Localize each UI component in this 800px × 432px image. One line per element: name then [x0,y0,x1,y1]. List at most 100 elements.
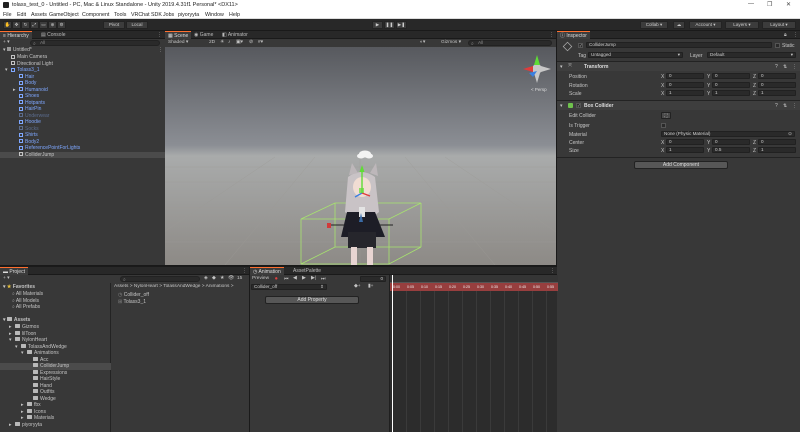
size-y-field[interactable]: 0.5 [712,147,750,153]
add-component-button[interactable]: Add Component [634,161,728,169]
center-z-field[interactable]: 0 [758,139,796,145]
account-dropdown[interactable]: Account ▾ [689,21,722,29]
transform-menu-icon[interactable]: ⋮ [792,64,797,70]
frame-field[interactable]: 0 [360,276,386,282]
step-button[interactable]: ▶❚ [396,21,407,29]
hierarchy-item[interactable]: ColliderJump [0,151,165,158]
minimize-button[interactable]: — [748,1,754,7]
size-z-field[interactable]: 1 [758,147,796,153]
box-collider-help-icon[interactable]: ? [775,103,778,109]
scene-menu-icon[interactable]: ⋮ [158,47,163,54]
grid-toggle-icon[interactable]: #▾ [258,40,263,45]
edit-collider-button[interactable]: ⛶ [661,112,671,119]
center-x-field[interactable]: 0 [666,139,704,145]
tab-project[interactable]: ▬ Project [0,267,28,275]
box-collider-enabled-checkbox[interactable]: ✓ [576,103,581,108]
play-button[interactable]: ▶ [372,21,383,29]
search-by-type-icon[interactable]: ◈ [204,276,208,281]
transform-x-field[interactable]: 1 [666,90,704,96]
folder-item[interactable]: ▸ piyoryyta [0,422,111,429]
inspector-menu-icon[interactable]: ⋮ [790,31,800,39]
menu-assets[interactable]: Assets [31,12,47,18]
lock-icon[interactable]: 🔒︎ [781,31,790,39]
add-event-icon[interactable]: ▮+ [368,284,373,289]
audio-toggle-icon[interactable]: ♪ [228,40,230,45]
add-property-button[interactable]: Add Property [265,296,359,304]
menu-piyoryyta[interactable]: piyoryyta [178,12,199,18]
prev-key-button[interactable]: ◀ [293,276,297,281]
tab-asset-palette[interactable]: AssetPalette [290,267,324,275]
project-breadcrumb[interactable]: Assets > NylonHeart > TolassAndWedge > A… [114,284,247,289]
scene-root-row[interactable]: ▾ Untitled* ⋮ [0,47,165,54]
timeline-ruler[interactable] [390,275,558,283]
favorites-header[interactable]: ▾ ★ Favorites [0,284,111,291]
menu-window[interactable]: Window [205,12,224,18]
project-create-dropdown[interactable]: + ▾ [3,276,10,281]
layers-dropdown[interactable]: Layers ▾ [725,21,759,29]
perspective-label[interactable]: < Persp [531,87,547,92]
search-by-label-icon[interactable]: ◆ [212,276,216,281]
scene-viewport[interactable]: < Persp [165,47,556,265]
favorite-item[interactable]: ⌕ All Prefabs [0,304,111,311]
transform-z-field[interactable]: 0 [758,81,796,88]
menu-file[interactable]: File [3,12,12,18]
menu-component[interactable]: Component [82,12,109,18]
record-button[interactable]: ⏺ [275,276,277,282]
rotate-tool-button[interactable]: ↻ [21,21,30,29]
create-dropdown[interactable]: + ▾ [3,40,10,45]
close-window-button[interactable]: ✕ [786,1,791,8]
tab-game[interactable]: ◉ Game [191,31,216,39]
hidden-packages-icon[interactable]: 👁︎ [228,276,234,281]
hidden-objects-icon[interactable]: ⊘ [249,40,253,45]
scale-tool-button[interactable]: ⤢ [30,21,39,29]
file-item[interactable]: ⊞ Tolass3_1 [114,299,247,306]
panel-menu-icon[interactable]: ⋮ [154,31,165,39]
2d-toggle[interactable]: 2D [209,40,215,45]
rect-tool-button[interactable]: ▭ [39,21,48,29]
favorite-star-icon[interactable]: ★ [220,276,224,281]
is-trigger-checkbox[interactable] [661,123,666,128]
hand-tool-button[interactable]: ✋ [3,21,12,29]
transform-y-field[interactable]: 0 [712,81,750,88]
layout-dropdown[interactable]: Layout ▾ [762,21,796,29]
tab-console[interactable]: ▤ Console [38,31,68,39]
custom-tool-button[interactable]: ⚙ [57,21,66,29]
transform-header[interactable]: ▾ ⤧ Transform ? ⇅ ⋮ [557,62,800,71]
menu-vrchat-sdk[interactable]: VRChat SDK [131,12,162,18]
transform-z-field[interactable]: 1 [758,90,796,96]
menu-edit[interactable]: Edit [17,12,26,18]
menu-jobs[interactable]: Jobs [163,12,174,18]
center-y-field[interactable]: 0 [712,139,750,145]
transform-preset-icon[interactable]: ⇅ [783,64,787,70]
effects-dropdown-icon[interactable]: ▣▾ [236,40,243,45]
shading-mode-dropdown[interactable]: Shaded ▾ [168,40,188,45]
transform-tool-button[interactable]: ⊕ [48,21,57,29]
first-key-button[interactable]: ⏮ [284,276,288,282]
next-key-button[interactable]: ▶| [311,276,316,281]
file-item[interactable]: ◷ Collider_off [114,292,247,299]
static-checkbox[interactable] [775,43,780,48]
transform-x-field[interactable]: 0 [666,81,704,88]
scene-search-input[interactable]: ⌕ All [468,40,552,47]
pause-button[interactable]: ❚❚ [384,21,395,29]
box-collider-preset-icon[interactable]: ⇅ [783,103,787,109]
scene-camera-icon[interactable]: ◐▾ [420,40,425,45]
box-collider-menu-icon[interactable]: ⋮ [792,103,797,109]
transform-x-field[interactable]: 0 [666,73,704,79]
physic-material-field[interactable]: None (Physic Material) ⊙ [661,131,795,137]
transform-y-field[interactable]: 1 [712,90,750,96]
move-tool-button[interactable]: ✥ [12,21,21,29]
assets-header[interactable]: ▾ Assets [0,317,111,324]
transform-y-field[interactable]: 0 [712,73,750,79]
tab-animator[interactable]: ◧ Animator [219,31,251,39]
tab-scene[interactable]: ▦ Scene [165,31,192,39]
box-collider-header[interactable]: ▾ ✓ Box Collider ? ⇅ ⋮ [557,101,800,110]
gizmos-dropdown[interactable]: Gizmos ▾ [441,40,461,45]
transform-z-field[interactable]: 0 [758,73,796,79]
tab-hierarchy[interactable]: ≡ Hierarchy [0,31,32,39]
tag-dropdown[interactable]: Untagged ▾ [588,52,683,58]
preview-toggle[interactable]: Preview [252,276,269,281]
layer-dropdown[interactable]: Default ▾ [707,52,796,58]
last-key-button[interactable]: ⏭ [321,276,325,282]
transform-help-icon[interactable]: ? [775,64,778,70]
